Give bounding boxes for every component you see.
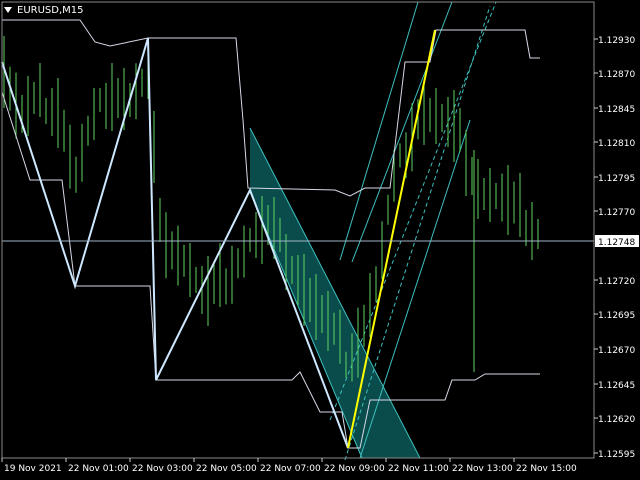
y-tick-label-4: 1.12795 xyxy=(598,174,635,184)
up-channel-dash-b xyxy=(344,5,491,461)
up-channel-upper xyxy=(339,1,419,261)
y-tick-label-8: 1.12670 xyxy=(598,346,635,356)
y-tick-label-7: 1.12695 xyxy=(598,311,635,321)
x-tick-label-8: 22 Nov 15:00 xyxy=(516,464,577,474)
y-tick-label-11: 1.12595 xyxy=(598,450,635,460)
y-tick-label-6: 1.12720 xyxy=(598,277,635,287)
x-tick-label-0: 19 Nov 2021 xyxy=(4,464,62,474)
y-tick-label-10: 1.12620 xyxy=(598,415,635,425)
x-tick-label-2: 22 Nov 03:00 xyxy=(132,464,193,474)
x-tick-label-6: 22 Nov 11:00 xyxy=(388,464,449,474)
y-tick-label-2: 1.12845 xyxy=(598,105,635,115)
x-tick-label-7: 22 Nov 13:00 xyxy=(452,464,513,474)
x-tick-label-1: 22 Nov 01:00 xyxy=(68,464,129,474)
y-tick-label-0: 1.12930 xyxy=(598,36,635,46)
current-price-label: 1.12748 xyxy=(598,238,635,248)
lower-envelope-line xyxy=(1,91,540,449)
y-tick-label-1: 1.12870 xyxy=(598,70,635,80)
y-tick-label-3: 1.12810 xyxy=(598,139,635,149)
y-tick-label-9: 1.12645 xyxy=(598,381,635,391)
x-tick-label-4: 22 Nov 07:00 xyxy=(260,464,321,474)
x-tick-label-3: 22 Nov 05:00 xyxy=(196,464,257,474)
price-chart[interactable]: 1.12930 1.12870 1.12845 1.12810 1.12795 1.127… xyxy=(0,0,640,480)
x-tick-label-5: 22 Nov 09:00 xyxy=(324,464,385,474)
y-tick-label-5: 1.12770 xyxy=(598,208,635,218)
